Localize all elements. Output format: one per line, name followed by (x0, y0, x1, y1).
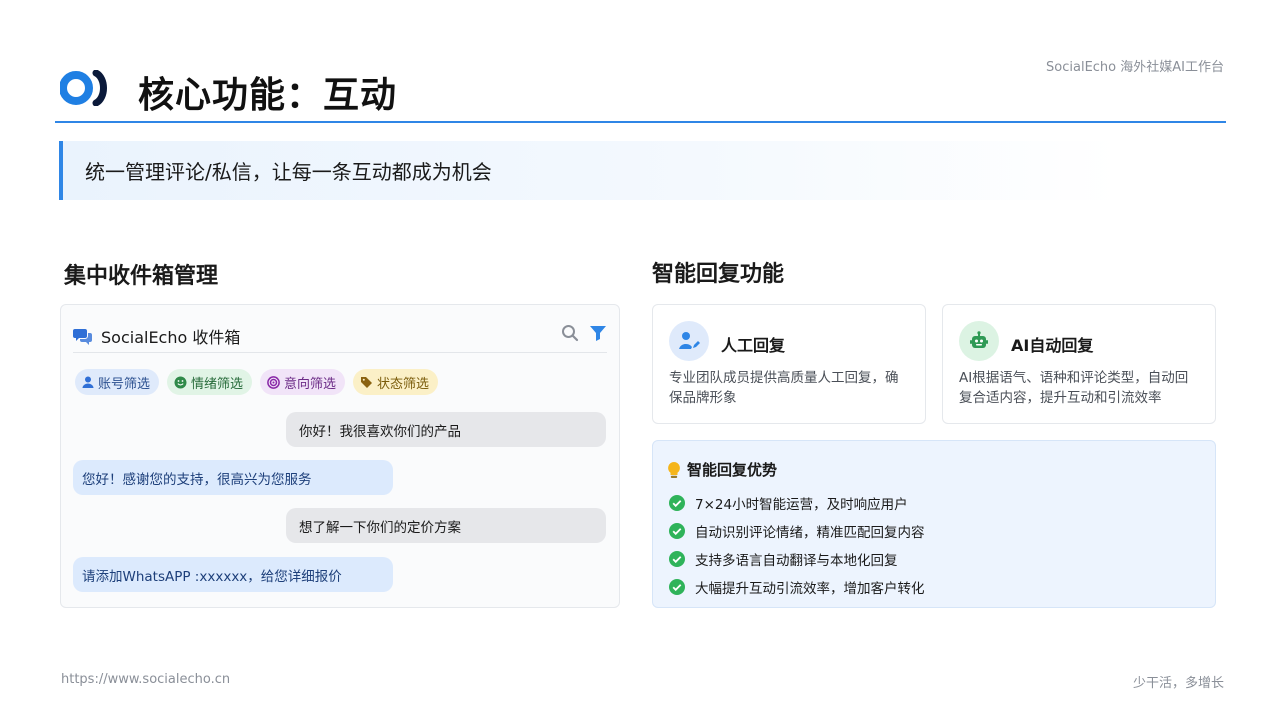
advantages-title: 智能回复优势 (687, 461, 778, 479)
search-icon[interactable] (561, 324, 579, 342)
message-incoming: 想了解一下你们的定价方案 (286, 508, 606, 543)
chat-bubbles-icon (73, 328, 92, 345)
card-title: 人工回复 (721, 336, 786, 355)
footer-slogan: 少干活，多增长 (1132, 676, 1224, 691)
chip-label: 状态筛选 (377, 376, 430, 392)
user-edit-icon (669, 321, 709, 361)
check-circle-icon (669, 551, 685, 567)
list-item: 7×24小时智能运营，及时响应用户 (669, 489, 925, 517)
smile-icon (174, 376, 187, 388)
advantage-text: 大幅提升互动引流效率，增加客户转化 (695, 581, 925, 597)
advantage-text: 7×24小时智能运营，及时响应用户 (695, 497, 908, 513)
subtitle-text: 统一管理评论/私信，让每一条互动都成为机会 (85, 160, 492, 184)
check-circle-icon (669, 523, 685, 539)
lightbulb-icon (668, 461, 680, 478)
account-filter-chip[interactable]: 账号筛选 (75, 369, 160, 395)
inbox-title: SocialEcho 收件箱 (101, 327, 241, 347)
smart-reply-section-title: 智能回复功能 (652, 262, 785, 287)
filter-chips: 账号筛选 情绪筛选 意向筛选 状态筛选 (75, 369, 439, 395)
advantage-text: 支持多语言自动翻译与本地化回复 (695, 553, 898, 569)
inbox-header: SocialEcho 收件箱 (73, 319, 607, 353)
card-description: 专业团队成员提供高质量人工回复，确保品牌形象 (669, 370, 899, 406)
check-circle-icon (669, 495, 685, 511)
advantages-header: 智能回复优势 (667, 459, 777, 480)
target-icon (267, 375, 280, 389)
message-outgoing: 您好！感谢您的支持，很高兴为您服务 (73, 460, 393, 495)
advantages-list: 7×24小时智能运营，及时响应用户 自动识别评论情绪，精准匹配回复内容 支持多语… (669, 489, 925, 601)
chip-label: 账号筛选 (98, 376, 151, 392)
advantage-text: 自动识别评论情绪，精准匹配回复内容 (695, 525, 925, 541)
advantages-panel: 智能回复优势 7×24小时智能运营，及时响应用户 自动识别评论情绪，精准匹配回复… (652, 440, 1216, 608)
list-item: 大幅提升互动引流效率，增加客户转化 (669, 573, 925, 601)
manual-reply-card: 人工回复 专业团队成员提供高质量人工回复，确保品牌形象 (652, 304, 926, 424)
ai-reply-card: AI自动回复 AI根据语气、语种和评论类型，自动回复合适内容，提升互动和引流效率 (942, 304, 1216, 424)
filter-icon[interactable] (589, 324, 607, 342)
footer-url[interactable]: https://www.socialecho.cn (61, 672, 230, 687)
sentiment-filter-chip[interactable]: 情绪筛选 (167, 369, 253, 395)
list-item: 支持多语言自动翻译与本地化回复 (669, 545, 925, 573)
tag-icon (361, 376, 373, 388)
list-item: 自动识别评论情绪，精准匹配回复内容 (669, 517, 925, 545)
robot-icon (959, 321, 999, 361)
title-divider (55, 121, 1226, 123)
brand-tag: SocialEcho 海外社媒AI工作台 (1046, 60, 1224, 75)
status-filter-chip[interactable]: 状态筛选 (353, 369, 439, 395)
subtitle-banner: 统一管理评论/私信，让每一条互动都成为机会 (59, 141, 1119, 200)
logo-icon (60, 70, 107, 106)
user-icon (82, 376, 94, 388)
chip-label: 情绪筛选 (191, 376, 244, 392)
chip-label: 意向筛选 (284, 376, 337, 392)
message-outgoing: 请添加WhatsAPP :xxxxxx，给您详细报价 (73, 557, 393, 592)
card-title: AI自动回复 (1011, 336, 1094, 355)
message-incoming: 你好！我很喜欢你们的产品 (286, 412, 606, 447)
card-description: AI根据语气、语种和评论类型，自动回复合适内容，提升互动和引流效率 (959, 370, 1189, 406)
inbox-section-title: 集中收件箱管理 (64, 264, 219, 289)
intent-filter-chip[interactable]: 意向筛选 (260, 369, 346, 395)
page-title: 核心功能：互动 (138, 75, 398, 116)
check-circle-icon (669, 579, 685, 595)
